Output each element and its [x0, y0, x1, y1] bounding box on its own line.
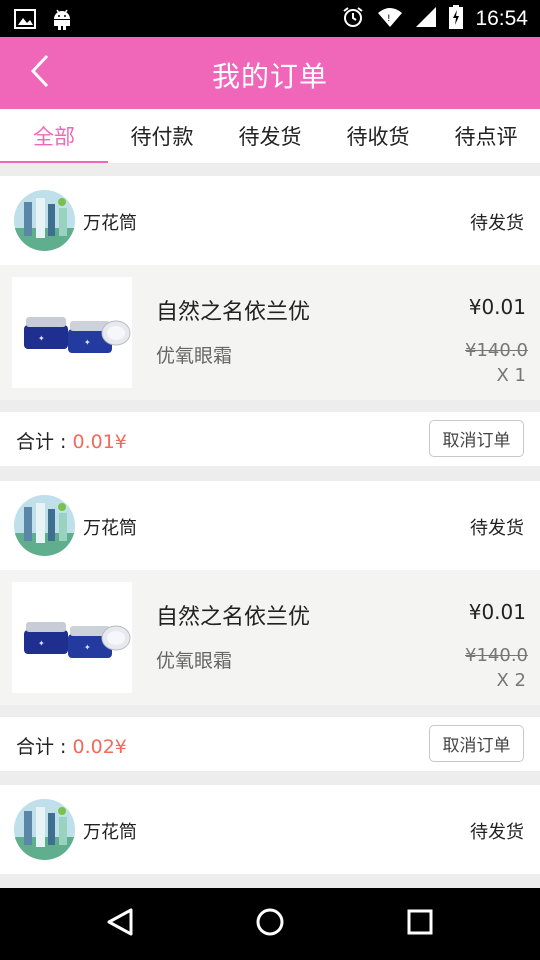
- nav-home-button[interactable]: [248, 902, 292, 946]
- product-price: ¥0.01: [468, 600, 526, 624]
- page-title: 我的订单: [211, 60, 328, 93]
- product-name: 自然之名依兰优: [156, 300, 311, 325]
- original-price: ¥140.0: [465, 340, 528, 361]
- shop-row[interactable]: 万花筒 待发货: [0, 785, 540, 874]
- wifi-icon: !: [377, 6, 403, 32]
- order-status: 待发货: [470, 213, 524, 234]
- total-label: 合计 :: [16, 736, 73, 758]
- total-value: 0.02¥: [72, 736, 127, 758]
- status-bar: ! 16:54: [0, 0, 540, 37]
- nav-back-button[interactable]: [98, 902, 142, 946]
- product-image: ✦ ✦: [12, 277, 132, 388]
- total-label: 合计 :: [16, 431, 73, 453]
- battery-icon: [449, 5, 464, 33]
- android-icon: [52, 7, 72, 35]
- quantity: X 1: [496, 365, 526, 386]
- svg-text:✦: ✦: [84, 338, 91, 347]
- tab-pending-receipt[interactable]: 待收货: [324, 109, 432, 163]
- shop-avatar: [14, 799, 75, 860]
- shop-row[interactable]: 万花筒 待发货: [0, 176, 540, 265]
- cancel-order-button[interactable]: 取消订单: [429, 725, 524, 762]
- app-header: 我的订单: [0, 37, 540, 109]
- shop-avatar: [14, 190, 75, 251]
- order-item[interactable]: ✦ ✦ 自然之名依兰优 优氧眼霜 ¥0.01 ¥140.0 X 2: [0, 570, 540, 705]
- product-image: ✦ ✦: [12, 582, 132, 693]
- order-total: 合计 : 0.02¥: [16, 732, 127, 759]
- product-desc: 优氧眼霜: [156, 650, 233, 672]
- cancel-order-button[interactable]: 取消订单: [429, 420, 524, 457]
- order-status: 待发货: [470, 518, 524, 539]
- shop-avatar: [14, 495, 75, 556]
- home-circle-icon: [255, 907, 285, 941]
- tab-pending-payment[interactable]: 待付款: [108, 109, 216, 163]
- product-price: ¥0.01: [468, 295, 526, 319]
- shop-name: 万花筒: [83, 213, 137, 234]
- product-desc: 优氧眼霜: [156, 345, 233, 367]
- quantity: X 2: [496, 670, 526, 691]
- order-total: 合计 : 0.01¥: [16, 427, 127, 454]
- total-value: 0.01¥: [72, 431, 127, 453]
- tab-pending-review[interactable]: 待点评: [432, 109, 540, 163]
- alarm-icon: [341, 5, 365, 33]
- nav-recents-button[interactable]: [398, 902, 442, 946]
- svg-text:✦: ✦: [38, 334, 45, 343]
- svg-text:✦: ✦: [38, 639, 45, 648]
- clock-time: 16:54: [475, 7, 528, 30]
- order-tabs: 全部 待付款 待发货 待收货 待点评: [0, 109, 540, 163]
- order-total-row: 合计 : 0.01¥ 取消订单: [0, 412, 540, 466]
- shop-row[interactable]: 万花筒 待发货: [0, 481, 540, 570]
- image-icon: [14, 9, 36, 33]
- recents-square-icon: [406, 908, 434, 940]
- order-item[interactable]: ✦ ✦ 自然之名依兰优 优氧眼霜 ¥0.01 ¥140.0 X 1: [0, 265, 540, 400]
- product-name: 自然之名依兰优: [156, 605, 311, 630]
- tab-all[interactable]: 全部: [0, 109, 108, 163]
- order-total-row: 合计 : 0.02¥ 取消订单: [0, 717, 540, 771]
- svg-text:✦: ✦: [84, 643, 91, 652]
- order-status: 待发货: [470, 822, 524, 843]
- system-nav-bar: [0, 888, 540, 960]
- shop-name: 万花筒: [83, 518, 137, 539]
- tab-pending-shipment[interactable]: 待发货: [216, 109, 324, 163]
- shop-name: 万花筒: [83, 822, 137, 843]
- signal-icon: [415, 6, 437, 32]
- svg-text:!: !: [387, 14, 391, 24]
- original-price: ¥140.0: [465, 645, 528, 666]
- back-triangle-icon: [106, 907, 134, 941]
